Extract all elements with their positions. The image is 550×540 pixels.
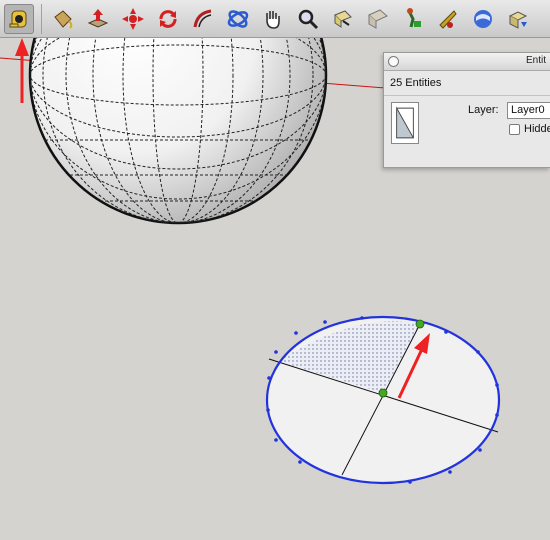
divider <box>384 95 550 96</box>
layer-dropdown[interactable]: Layer0 <box>507 102 550 119</box>
push-pull-icon <box>87 8 109 28</box>
toolbar-separator <box>41 3 42 34</box>
position-camera-icon <box>407 7 421 27</box>
center-endpoint[interactable] <box>378 388 388 398</box>
annotation-arrow-toolbar <box>15 38 29 103</box>
share-model-tool[interactable] <box>503 4 533 34</box>
previous-view-tool[interactable] <box>363 4 393 34</box>
walk-tool[interactable] <box>433 4 463 34</box>
zoom-extents-icon <box>334 9 352 28</box>
zoom-icon <box>298 9 319 29</box>
get-models-icon <box>474 9 492 28</box>
push-pull-tool[interactable] <box>83 4 113 34</box>
paint-bucket-icon <box>54 9 73 29</box>
orbit-icon <box>227 9 249 28</box>
follow-me-icon <box>193 9 212 27</box>
panel-titlebar[interactable]: Entit <box>384 53 550 71</box>
share-model-icon <box>508 10 528 29</box>
position-camera-tool[interactable] <box>398 4 428 34</box>
previous-view-icon <box>368 8 388 29</box>
orbit-tool[interactable] <box>223 4 253 34</box>
tape-measure-icon <box>9 10 27 27</box>
paint-bucket-tool[interactable] <box>48 4 78 34</box>
follow-me-tool[interactable] <box>188 4 218 34</box>
material-swatch[interactable] <box>391 102 419 144</box>
face-swatch-icon <box>396 106 415 139</box>
entity-count: 25 Entities <box>390 77 442 89</box>
hidden-label: Hidde <box>524 123 550 135</box>
pan-tool[interactable] <box>258 4 288 34</box>
zoom-tool[interactable] <box>293 4 323 34</box>
entity-info-panel: Entit 25 Entities Layer: Layer0 Hidde <box>383 52 550 168</box>
toolbar <box>0 0 550 38</box>
get-models-tool[interactable] <box>468 4 498 34</box>
hidden-checkbox[interactable] <box>509 124 520 135</box>
walk-icon <box>439 9 457 29</box>
move-icon <box>122 7 144 30</box>
zoom-extents-tool[interactable] <box>328 4 358 34</box>
rotate-tool[interactable] <box>153 4 183 34</box>
edge-endpoint[interactable] <box>415 319 425 329</box>
panel-close-button[interactable] <box>388 56 399 67</box>
pan-icon <box>266 10 280 29</box>
move-tool[interactable] <box>118 4 148 34</box>
selected-circle-face[interactable] <box>265 315 501 485</box>
tape-measure-tool[interactable] <box>4 3 34 34</box>
layer-label: Layer: <box>468 104 499 116</box>
rotate-icon <box>159 9 177 28</box>
panel-title: Entit <box>525 55 546 66</box>
